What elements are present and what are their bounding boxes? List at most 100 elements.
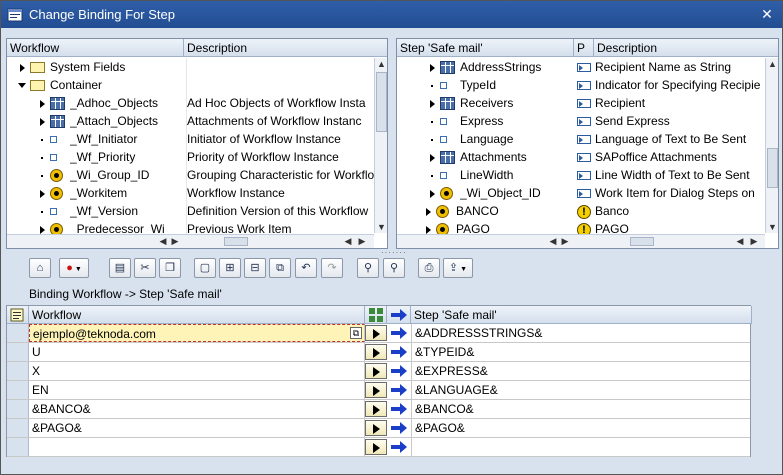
tree-node[interactable]: LineWidth Line Width of Text to Be Sent <box>397 166 765 184</box>
row-selector[interactable] <box>7 381 29 399</box>
tree-node[interactable]: _Wf_Initiator Initiator of Workflow Insta… <box>7 130 374 148</box>
column-header-description[interactable]: Description <box>184 39 387 57</box>
assign-binding-button[interactable] <box>365 420 387 436</box>
print-button[interactable]: ⎙ <box>418 258 440 278</box>
scroll-left-icon[interactable]: ◀ <box>734 235 746 247</box>
column-header-description[interactable]: Description <box>594 39 778 57</box>
tree-node[interactable]: TypeId Indicator for Specifying Recipie <box>397 76 765 94</box>
scroll-down-icon[interactable]: ▼ <box>375 221 387 233</box>
step-element-cell[interactable]: &TYPEID& <box>411 343 750 361</box>
copy-button[interactable]: ❐ <box>159 258 181 278</box>
step-element-cell[interactable]: &EXPRESS& <box>411 362 750 380</box>
column-header-step[interactable]: Step 'Safe mail' <box>397 39 574 57</box>
tree-node[interactable]: _Wf_Priority Priority of Workflow Instanc… <box>7 148 374 166</box>
insert-row-button[interactable]: ⊞ <box>219 258 241 278</box>
vertical-scrollbar[interactable]: ▲ ▼ <box>765 58 778 233</box>
workflow-expression-input[interactable]: X <box>29 362 365 380</box>
step-element-cell[interactable]: &ADDRESSSTRINGS& <box>411 324 750 342</box>
row-selector[interactable] <box>7 438 29 456</box>
expand-icon[interactable] <box>425 207 431 216</box>
horizontal-scrollbar-workflow[interactable]: ◀ ▶ <box>7 234 184 248</box>
step-element-cell[interactable]: &PAGO& <box>411 419 750 437</box>
column-header-workflow[interactable]: Workflow <box>7 39 184 57</box>
expand-icon[interactable] <box>429 153 435 162</box>
scroll-up-icon[interactable]: ▲ <box>766 58 778 70</box>
scissors-button[interactable]: ✂ <box>134 258 156 278</box>
undo-button[interactable]: ↶ <box>295 258 317 278</box>
assign-binding-button[interactable] <box>365 344 387 360</box>
row-selector[interactable] <box>7 324 29 342</box>
expand-icon[interactable] <box>425 225 431 234</box>
horizontal-scrollbar-description[interactable]: ◀ ▶ <box>574 234 765 248</box>
expand-icon[interactable] <box>39 99 45 108</box>
vertical-scrollbar[interactable]: ▲ ▼ <box>374 58 387 233</box>
dropdown-arrow-icon[interactable]: ▼ <box>460 266 467 273</box>
step-element-cell[interactable]: &LANGUAGE& <box>411 381 750 399</box>
assign-binding-button[interactable] <box>365 401 387 417</box>
tree-node[interactable]: _Wf_Version Definition Version of this Wo… <box>7 202 374 220</box>
tree-node[interactable]: AddressStrings Recipient Name as String <box>397 58 765 76</box>
binding-direction-icon[interactable] <box>365 306 387 324</box>
expand-icon[interactable] <box>39 189 45 198</box>
horizontal-scrollbar-description[interactable]: ◀ ▶ <box>184 234 374 248</box>
workflow-expression-input[interactable]: EN <box>29 381 365 399</box>
scroll-right-icon[interactable]: ▶ <box>169 235 181 247</box>
expand-icon[interactable] <box>19 63 25 72</box>
new-button[interactable]: ▢ <box>194 258 216 278</box>
column-header-p[interactable]: P <box>574 39 594 57</box>
tree-node[interactable]: _Workitem Workflow Instance <box>7 184 374 202</box>
column-header-step[interactable]: Step 'Safe mail' <box>411 306 752 324</box>
tree-node[interactable]: Container <box>7 76 374 94</box>
tree-node[interactable]: Attachments SAPoffice Attachments <box>397 148 765 166</box>
workflow-expression-input[interactable]: U <box>29 343 365 361</box>
dropdown-arrow-icon[interactable]: ▼ <box>75 266 82 273</box>
tree-node[interactable]: _Attach_Objects Attachments of Workflow I… <box>7 112 374 130</box>
select-all-icon[interactable] <box>7 306 29 324</box>
value-help-icon[interactable]: ⧉ <box>350 327 362 339</box>
redo-button[interactable]: ↷ <box>321 258 343 278</box>
splitter-handle[interactable]: ······· <box>381 249 406 257</box>
tree-node[interactable]: Receivers Recipient <box>397 94 765 112</box>
workflow-expression-input[interactable]: &PAGO& <box>29 419 365 437</box>
row-selector[interactable] <box>7 343 29 361</box>
row-selector[interactable] <box>7 362 29 380</box>
workflow-expression-input[interactable] <box>29 438 365 456</box>
row-selector[interactable] <box>7 400 29 418</box>
scroll-left-icon[interactable]: ◀ <box>547 235 559 247</box>
scroll-left-icon[interactable]: ◀ <box>342 235 354 247</box>
horizontal-scrollbar-step[interactable]: ◀ ▶ <box>397 234 574 248</box>
close-icon[interactable]: ✕ <box>760 7 774 21</box>
assign-binding-button[interactable] <box>365 382 387 398</box>
tree-node[interactable]: BANCO! Banco <box>397 202 765 220</box>
binoculars-button[interactable]: ⚲ <box>357 258 379 278</box>
expand-icon[interactable] <box>39 117 45 126</box>
tree-node[interactable]: Language Language of Text to Be Sent <box>397 130 765 148</box>
scroll-down-icon[interactable]: ▼ <box>766 221 778 233</box>
expand-icon[interactable] <box>429 99 435 108</box>
assign-binding-button[interactable] <box>365 363 387 379</box>
tree-node[interactable]: _Adhoc_Objects Ad Hoc Objects of Workflow… <box>7 94 374 112</box>
expand-icon[interactable] <box>429 63 435 72</box>
expand-icon[interactable] <box>39 225 45 234</box>
expand-icon[interactable] <box>429 189 435 198</box>
workflow-expression-input[interactable]: ejemplo@teknoda.com ⧉ <box>29 324 365 342</box>
scroll-right-icon[interactable]: ▶ <box>356 235 368 247</box>
clipboard-button[interactable]: ▤ <box>109 258 131 278</box>
column-header-workflow[interactable]: Workflow <box>29 306 365 324</box>
step-element-cell[interactable]: &BANCO& <box>411 400 750 418</box>
tree-button[interactable]: ⌂ <box>29 258 51 278</box>
scroll-right-icon[interactable]: ▶ <box>559 235 571 247</box>
collapse-icon[interactable] <box>18 83 26 89</box>
stop-button[interactable]: ● ▼ <box>59 258 89 278</box>
scroll-up-icon[interactable]: ▲ <box>375 58 387 70</box>
scroll-left-icon[interactable]: ◀ <box>157 235 169 247</box>
export-button[interactable]: ⇪ ▼ <box>443 258 473 278</box>
step-element-cell[interactable] <box>411 438 750 456</box>
tree-node[interactable]: _Wi_Group_ID Grouping Characteristic for … <box>7 166 374 184</box>
tree-node[interactable]: Express Send Express <box>397 112 765 130</box>
tree-node[interactable]: _Wi_Object_ID Work Item for Dialog Steps … <box>397 184 765 202</box>
assign-binding-button[interactable] <box>365 325 387 341</box>
workflow-expression-input[interactable]: &BANCO& <box>29 400 365 418</box>
row-selector[interactable] <box>7 419 29 437</box>
assign-binding-button[interactable] <box>365 439 387 455</box>
